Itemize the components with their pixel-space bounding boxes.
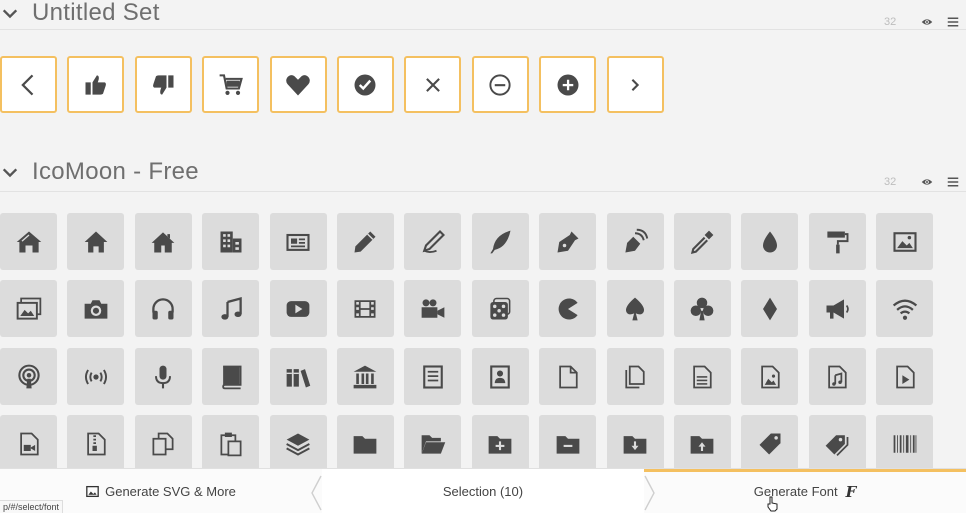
pencil-icon[interactable] xyxy=(336,213,394,270)
menu-icon[interactable] xyxy=(940,12,966,32)
selected-icons-row xyxy=(0,56,674,113)
icon-grid-row xyxy=(0,280,943,337)
feed-icon[interactable] xyxy=(67,348,125,405)
cart-icon[interactable] xyxy=(202,56,260,113)
menu-icon[interactable] xyxy=(940,172,966,192)
set-header-untitled: Untitled Set 32 xyxy=(0,0,966,30)
icon-grid-row xyxy=(0,213,943,270)
folder-icon[interactable] xyxy=(336,415,394,472)
spades-icon[interactable] xyxy=(606,280,664,337)
home-icon[interactable] xyxy=(0,213,57,270)
minus-circle-icon[interactable] xyxy=(471,56,529,113)
thumbs-down-icon[interactable] xyxy=(134,56,192,113)
profile-icon[interactable] xyxy=(471,348,529,405)
pen-icon[interactable] xyxy=(539,213,597,270)
play-icon[interactable] xyxy=(269,280,327,337)
file-play-icon[interactable] xyxy=(876,348,934,405)
quill-icon[interactable] xyxy=(471,213,529,270)
selection-label: Selection (10) xyxy=(442,484,524,499)
arrow-left-icon[interactable] xyxy=(0,56,57,113)
film-icon[interactable] xyxy=(336,280,394,337)
font-icon: F xyxy=(845,482,857,501)
folder-open-icon[interactable] xyxy=(404,415,462,472)
generate-font-button[interactable]: Generate Font F xyxy=(644,469,966,513)
collapse-chevron-icon[interactable] xyxy=(0,162,20,182)
copy-icon[interactable] xyxy=(134,415,192,472)
folder-upload-icon[interactable] xyxy=(673,415,731,472)
separator-chevron-left xyxy=(311,475,322,511)
camera-icon[interactable] xyxy=(67,280,125,337)
eye-icon[interactable] xyxy=(914,12,940,32)
checkmark-circle-icon[interactable] xyxy=(336,56,394,113)
mouse-cursor-icon xyxy=(767,496,778,512)
podcast-icon[interactable] xyxy=(0,348,57,405)
folder-download-icon[interactable] xyxy=(606,415,664,472)
chevron-right-icon[interactable] xyxy=(606,56,664,113)
file-picture-icon[interactable] xyxy=(741,348,799,405)
bullhorn-icon[interactable] xyxy=(808,280,866,337)
set-title[interactable]: Untitled Set xyxy=(32,0,160,27)
mic-icon[interactable] xyxy=(134,348,192,405)
collapse-chevron-icon[interactable] xyxy=(0,3,20,23)
image-icon xyxy=(86,485,99,498)
plus-circle-icon[interactable] xyxy=(539,56,597,113)
eyedropper-icon[interactable] xyxy=(673,213,731,270)
newspaper-icon[interactable] xyxy=(269,213,327,270)
bottom-action-bar: Generate SVG & More Selection (10) Gener… xyxy=(0,468,966,513)
office-icon[interactable] xyxy=(202,213,260,270)
music-icon[interactable] xyxy=(202,280,260,337)
folder-minus-icon[interactable] xyxy=(539,415,597,472)
paste-icon[interactable] xyxy=(202,415,260,472)
pacman-icon[interactable] xyxy=(539,280,597,337)
eye-icon[interactable] xyxy=(914,172,940,192)
thumbs-up-icon[interactable] xyxy=(67,56,125,113)
heart-icon[interactable] xyxy=(269,56,327,113)
library-icon[interactable] xyxy=(336,348,394,405)
book-icon[interactable] xyxy=(202,348,260,405)
home3-icon[interactable] xyxy=(134,213,192,270)
icon-size-label: 32 xyxy=(884,16,897,28)
file-music-icon[interactable] xyxy=(808,348,866,405)
status-url: p/#/select/font xyxy=(0,500,64,513)
headphones-icon[interactable] xyxy=(134,280,192,337)
price-tag-icon[interactable] xyxy=(741,415,799,472)
generate-svg-label: Generate SVG & More xyxy=(105,484,236,499)
set-title[interactable]: IcoMoon - Free xyxy=(32,158,199,186)
file-empty-icon[interactable] xyxy=(539,348,597,405)
connection-icon[interactable] xyxy=(876,280,934,337)
icon-grid-row xyxy=(0,348,943,405)
set-tools: 32 xyxy=(884,12,966,32)
image-icon[interactable] xyxy=(876,213,934,270)
icon-grid-row xyxy=(0,415,943,472)
diamonds-icon[interactable] xyxy=(741,280,799,337)
file-text-icon[interactable] xyxy=(404,348,462,405)
selection-tab[interactable]: Selection (10) xyxy=(322,469,644,513)
pencil2-icon[interactable] xyxy=(404,213,462,270)
video-camera-icon[interactable] xyxy=(404,280,462,337)
set-tools: 32 xyxy=(884,172,966,192)
file-text2-icon[interactable] xyxy=(673,348,731,405)
books-icon[interactable] xyxy=(269,348,327,405)
folder-plus-icon[interactable] xyxy=(471,415,529,472)
barcode-icon[interactable] xyxy=(876,415,934,472)
set-header-icomoon: IcoMoon - Free 32 xyxy=(0,152,966,192)
blog-icon[interactable] xyxy=(606,213,664,270)
paint-format-icon[interactable] xyxy=(808,213,866,270)
stack-icon[interactable] xyxy=(269,415,327,472)
file-video-icon[interactable] xyxy=(0,415,57,472)
images-icon[interactable] xyxy=(0,280,57,337)
droplet-icon[interactable] xyxy=(741,213,799,270)
icon-size-label: 32 xyxy=(884,176,897,188)
dice-icon[interactable] xyxy=(471,280,529,337)
cross-icon[interactable] xyxy=(404,56,462,113)
file-zip-icon[interactable] xyxy=(67,415,125,472)
files-empty-icon[interactable] xyxy=(606,348,664,405)
clubs-icon[interactable] xyxy=(673,280,731,337)
home2-icon[interactable] xyxy=(67,213,125,270)
price-tags-icon[interactable] xyxy=(808,415,866,472)
